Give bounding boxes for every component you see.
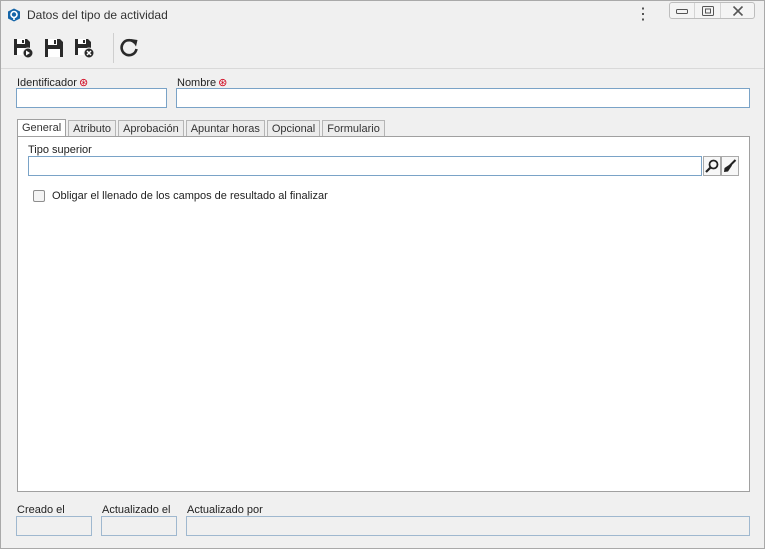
more-options-icon[interactable]: ⋮ [635,6,651,24]
title-bar: Datos del tipo de actividad ⋮ [1,1,764,29]
minimize-icon [676,8,688,14]
tab-atributo[interactable]: Atributo [68,120,117,137]
created-label: Creado el [17,504,65,516]
save-button[interactable] [42,36,66,60]
search-icon [705,159,719,173]
parent-type-field[interactable] [28,156,702,176]
close-button[interactable] [720,3,754,18]
tab-aprobacion[interactable]: Aprobación [118,120,184,137]
tab-strip: General Atributo Aprobación Apuntar hora… [17,118,387,138]
parent-type-input[interactable] [29,157,701,175]
updated-by-label: Actualizado por [187,504,263,516]
tab-formulario[interactable]: Formulario [322,120,385,137]
maximize-button[interactable] [694,3,720,18]
created-field [16,516,92,536]
refresh-button[interactable] [117,36,141,60]
require-results-checkbox[interactable] [33,190,45,202]
floppy-x-icon [75,39,95,59]
eraser-brush-icon [724,159,737,172]
window-title: Datos del tipo de actividad [27,8,168,22]
tab-opcional[interactable]: Opcional [266,120,321,137]
updated-label: Actualizado el [102,504,171,516]
maximize-icon [701,5,714,16]
updated-input [102,517,176,535]
dialog-window: Datos del tipo de actividad ⋮ Identifica… [0,0,765,549]
toolbar-separator [113,33,114,63]
name-input[interactable] [177,89,749,107]
updated-by-input [187,517,749,535]
search-button[interactable] [703,156,721,176]
save-and-new-button[interactable] [11,36,35,60]
clear-button[interactable] [721,156,739,176]
general-tab-panel: Tipo superior Obligar el llenado de los … [17,136,750,492]
save-and-close-button[interactable] [72,36,96,60]
require-results-label: Obligar el llenado de los campos de resu… [52,190,328,202]
window-controls [669,2,755,19]
name-field[interactable] [176,88,750,108]
created-input [17,517,91,535]
toolbar [1,29,764,69]
floppy-icon [45,39,63,57]
identifier-field[interactable] [16,88,167,108]
floppy-arrow-icon [14,39,34,59]
parent-type-label: Tipo superior [28,144,92,156]
refresh-icon [120,38,138,57]
app-logo-icon [8,8,20,22]
minimize-button[interactable] [670,3,694,18]
updated-field [101,516,177,536]
form-content: Identificador ⊛ Nombre ⊛ General Atributo … [1,69,764,548]
close-icon [732,5,743,16]
tab-apuntar-horas[interactable]: Apuntar horas [185,120,265,137]
updated-by-field [186,516,750,536]
identifier-input[interactable] [17,89,166,107]
